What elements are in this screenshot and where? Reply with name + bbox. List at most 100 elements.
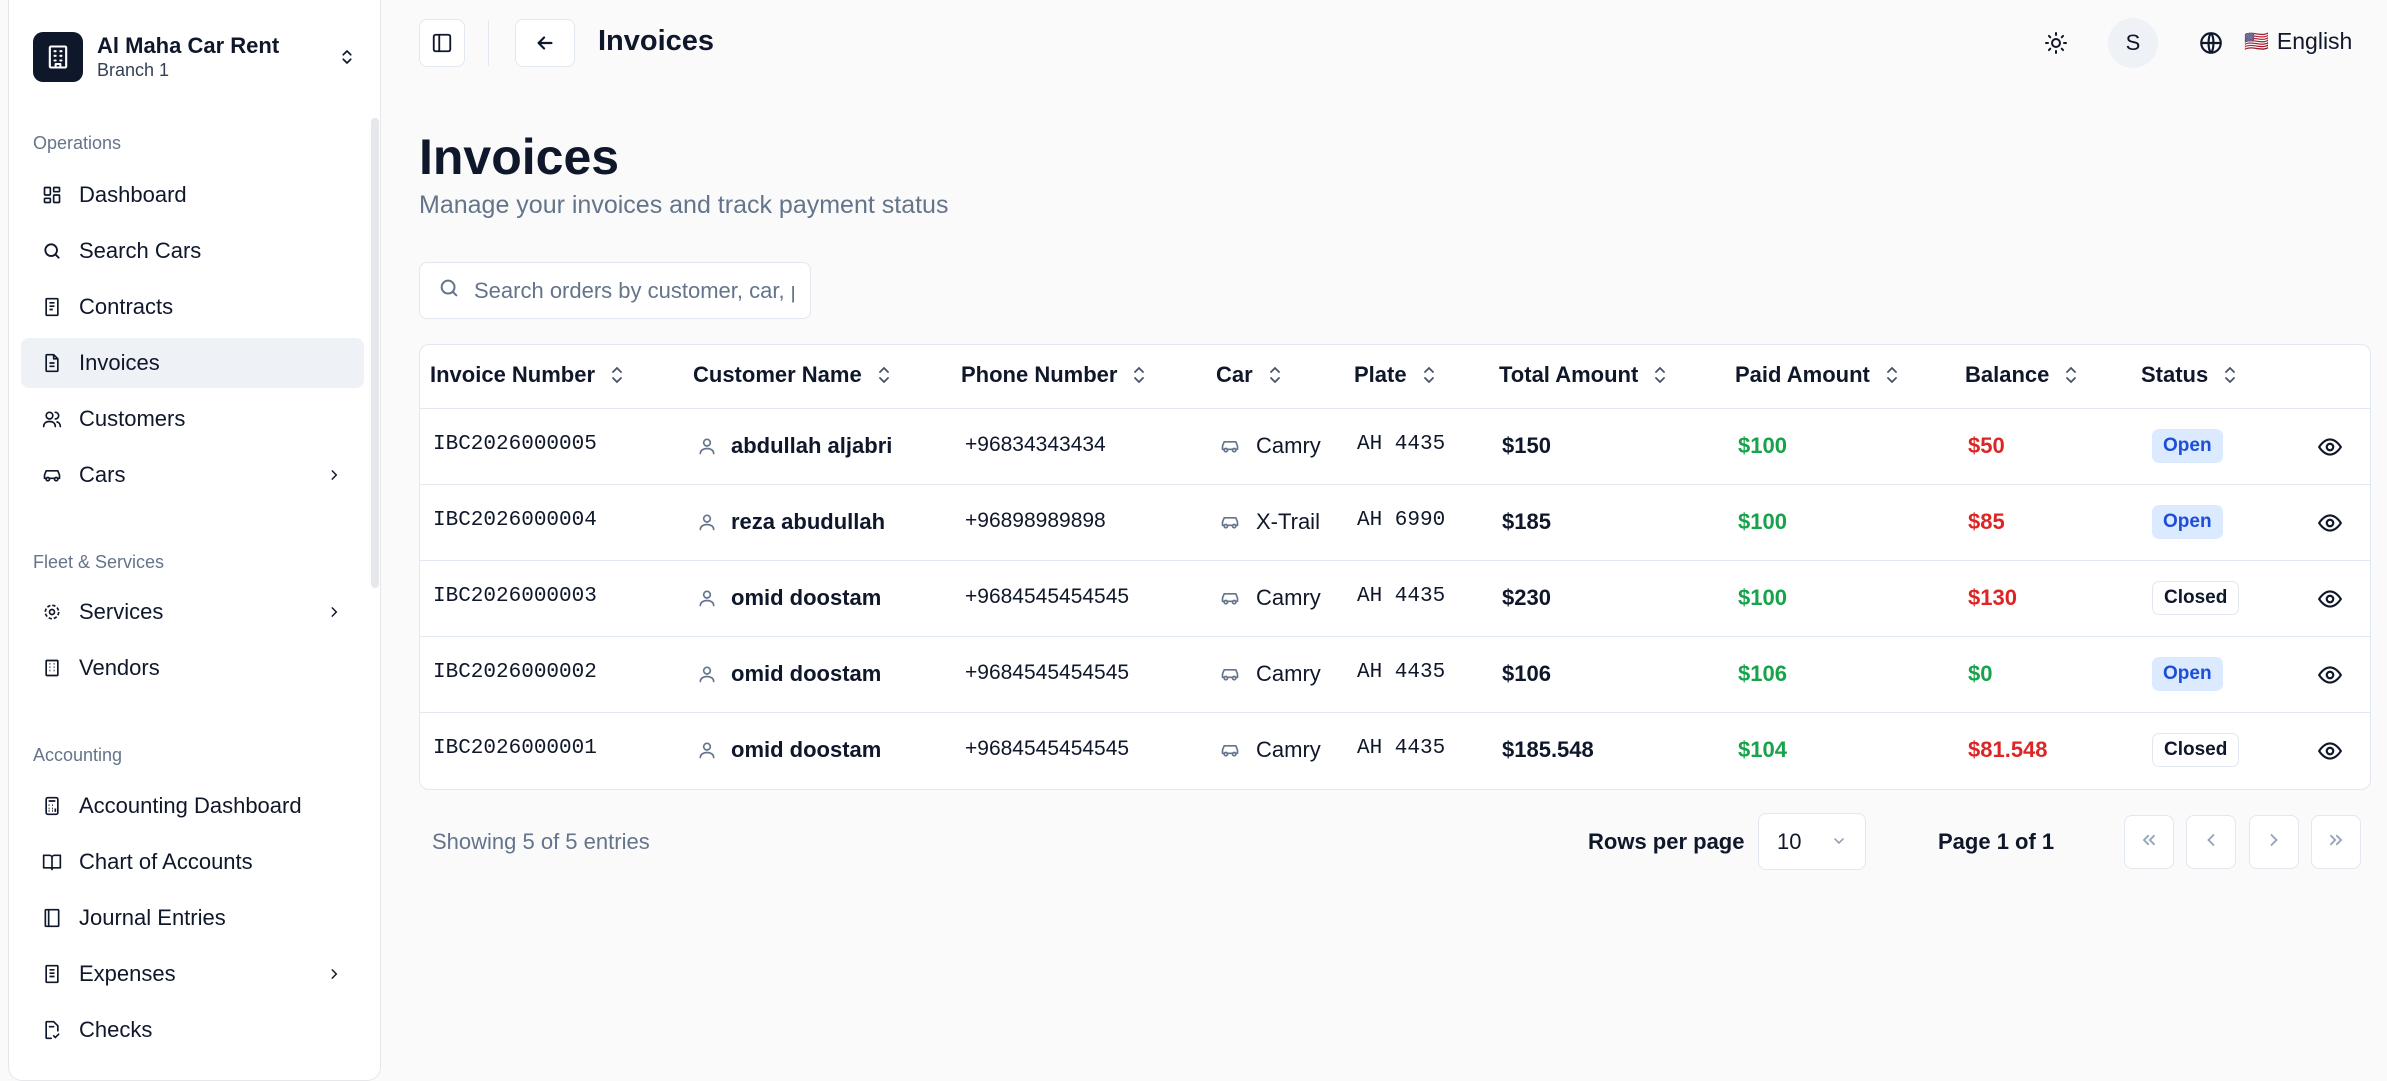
sidebar-item-label: Search Cars [79,238,202,263]
view-invoice-eye-icon[interactable] [2315,432,2345,462]
company-logo [33,32,83,82]
view-invoice-eye-icon[interactable] [2315,660,2345,690]
language-selector[interactable]: 🇺🇸 English [2244,28,2352,55]
branch-switcher[interactable]: Al Maha Car Rent Branch 1 [33,31,359,83]
sidebar-item-invoices[interactable]: Invoices [21,338,364,388]
entries-count: Showing 5 of 5 entries [432,829,650,854]
table-row[interactable]: IBC2026000005 abdullah aljabri +9683434343… [420,409,2370,485]
car-icon [1218,740,1242,760]
customer-cell: omid doostam [697,737,881,763]
sidebar-item-checks[interactable]: Checks [21,1005,364,1055]
car-name: Camry [1256,585,1321,610]
back-button[interactable] [515,19,575,67]
globe-icon[interactable] [2196,28,2226,58]
page-subtitle: Manage your invoices and track payment s… [419,191,949,219]
gear-icon [41,601,63,623]
sort-icon [1131,364,1147,386]
column-header-paid-amount[interactable]: Paid Amount [1735,362,1900,388]
customer-name: reza abudullah [731,509,886,534]
nav-section-accounting: Accounting [33,745,123,765]
sidebar: Al Maha Car Rent Branch 1 Operations Das… [8,0,381,1081]
table-row[interactable]: IBC2026000002 omid doostam +9684545454545 C… [420,637,2370,713]
paid-amount: $104 [1738,737,1787,762]
toggle-sidebar-button[interactable] [419,19,465,67]
car-icon [41,464,63,486]
table-row[interactable]: IBC2026000004 reza abudullah +96898989898 X… [420,485,2370,561]
language-label: English [2276,28,2353,54]
company-name: Al Maha Car Rent [97,33,280,58]
chevron-down-icon [1831,829,1847,855]
invoice-number: IBC2026000004 [433,509,597,532]
column-header-car[interactable]: Car [1216,362,1283,388]
car-cell: Camry [1218,661,1321,687]
next-page-button[interactable] [2249,815,2299,869]
table-row[interactable]: IBC2026000001 omid doostam +9684545454545 C… [420,713,2370,789]
customer-cell: omid doostam [697,661,881,687]
column-header-label: Status [2141,362,2209,387]
invoice-number: IBC2026000001 [433,737,597,760]
sidebar-item-customers[interactable]: Customers [21,394,364,444]
balance: $85 [1968,509,2005,534]
check-icon [41,1019,63,1041]
phone-number: +9684545454545 [965,585,1130,608]
sidebar-scrollbar[interactable] [371,118,379,588]
column-header-balance[interactable]: Balance [1965,362,2079,388]
column-header-invoice-number[interactable]: Invoice Number [430,362,625,388]
customer-name: omid doostam [731,585,882,610]
sidebar-item-services[interactable]: Services [21,587,364,637]
column-header-plate[interactable]: Plate [1354,362,1437,388]
view-invoice-eye-icon[interactable] [2315,508,2345,538]
sidebar-item-expenses[interactable]: Expenses [21,949,364,999]
sidebar-item-search-cars[interactable]: Search Cars [21,226,364,276]
paid-amount: $100 [1738,585,1787,610]
column-header-label: Plate [1354,362,1407,387]
sidebar-item-label: Accounting Dashboard [79,793,302,818]
previous-page-button[interactable] [2186,815,2236,869]
header-divider [488,20,489,66]
chevrons-up-down-icon [335,42,359,72]
customer-cell: reza abudullah [697,509,885,535]
car-cell: Camry [1218,585,1321,611]
sidebar-item-accounting-dashboard[interactable]: Accounting Dashboard [21,781,364,831]
user-icon [697,740,717,760]
column-header-customer-name[interactable]: Customer Name [693,362,892,388]
column-header-label: Paid Amount [1735,362,1870,387]
table-row[interactable]: IBC2026000003 omid doostam +9684545454545 C… [420,561,2370,637]
car-cell: X-Trail [1218,509,1320,535]
sidebar-item-journal-entries[interactable]: Journal Entries [21,893,364,943]
column-header-label: Total Amount [1499,362,1639,387]
paid-amount: $106 [1738,661,1787,686]
customer-cell: omid doostam [697,585,881,611]
column-header-status[interactable]: Status [2141,362,2238,388]
plate: AH 4435 [1357,433,1446,456]
sidebar-item-label: Expenses [79,961,176,986]
sidebar-item-vendors[interactable]: Vendors [21,643,364,693]
sidebar-item-contracts[interactable]: Contracts [21,282,364,332]
search-input[interactable] [474,277,794,304]
search-box[interactable] [419,262,811,319]
sort-icon [1884,364,1900,386]
user-avatar-button[interactable]: S [2108,18,2158,68]
car-name: Camry [1256,737,1321,762]
user-icon [697,588,717,608]
sidebar-item-chart-of-accounts[interactable]: Chart of Accounts [21,837,364,887]
view-invoice-eye-icon[interactable] [2315,584,2345,614]
column-header-phone-number[interactable]: Phone Number [961,362,1147,388]
theme-toggle-sun-icon[interactable] [2041,28,2071,58]
invoice-icon [41,352,63,374]
rows-per-page-label: Rows per page [1588,829,1745,854]
car-icon [1218,664,1242,684]
column-header-total-amount[interactable]: Total Amount [1499,362,1668,388]
phone-number: +9684545454545 [965,737,1130,760]
first-page-button[interactable] [2124,815,2174,869]
column-header-label: Customer Name [693,362,862,387]
last-page-button[interactable] [2311,815,2361,869]
plate: AH 4435 [1357,737,1446,760]
search-icon [41,240,63,262]
sidebar-item-cars[interactable]: Cars [21,450,364,500]
sidebar-item-dashboard[interactable]: Dashboard [21,170,364,220]
customer-cell: abdullah aljabri [697,433,892,459]
view-invoice-eye-icon[interactable] [2315,736,2345,766]
rows-per-page-select[interactable]: 10 [1758,813,1866,870]
users-icon [41,408,63,430]
